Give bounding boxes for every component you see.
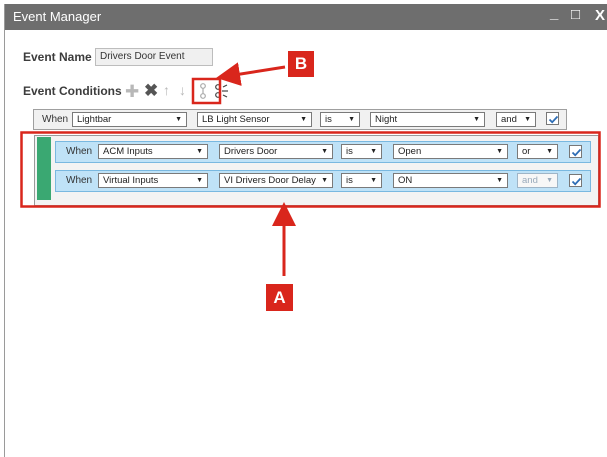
value-value: Night (375, 114, 398, 125)
input-dropdown[interactable]: VI Drivers Door Delay ▼ (219, 173, 333, 188)
chevron-down-icon: ▼ (524, 116, 531, 123)
operator-value: is (325, 114, 332, 125)
source-dropdown[interactable]: ACM Inputs ▼ (98, 144, 208, 159)
value-dropdown[interactable]: ON ▼ (393, 173, 508, 188)
when-label: When (42, 114, 69, 125)
conjunction-dropdown[interactable]: and ▼ (496, 112, 536, 127)
chevron-down-icon: ▼ (175, 116, 182, 123)
annotation-label-b: B (288, 51, 314, 77)
conjunction-value: and (501, 114, 517, 125)
operator-dropdown[interactable]: is ▼ (320, 112, 360, 127)
title-bar: Event Manager _ □ X (5, 4, 607, 30)
window-title: Event Manager (13, 9, 102, 24)
value-value: ON (398, 175, 413, 186)
chevron-down-icon: ▼ (370, 148, 377, 155)
input-value: VI Drivers Door Delay (224, 175, 316, 186)
close-button[interactable]: X (595, 7, 605, 24)
conjunction-dropdown[interactable]: and ▼ (517, 173, 558, 188)
move-up-icon[interactable]: ↑ (163, 82, 170, 98)
chevron-down-icon: ▼ (300, 116, 307, 123)
annotation-label-a: A (266, 284, 293, 311)
ungroup-icon[interactable] (213, 83, 229, 102)
enabled-checkbox[interactable] (569, 174, 582, 187)
chevron-down-icon: ▼ (196, 177, 203, 184)
add-icon[interactable]: ✚ (125, 82, 139, 102)
event-name-field[interactable]: Drivers Door Event (95, 48, 213, 66)
conjunction-value: or (522, 146, 531, 157)
minimize-button[interactable]: _ (550, 5, 558, 22)
chevron-down-icon: ▼ (321, 177, 328, 184)
source-dropdown[interactable]: Lightbar ▼ (72, 112, 187, 127)
input-dropdown[interactable]: Drivers Door ▼ (219, 144, 333, 159)
delete-icon[interactable]: ✖ (144, 81, 158, 101)
event-conditions-label: Event Conditions (23, 84, 122, 98)
condition-row: When Virtual Inputs ▼ VI Drivers Door Del… (55, 170, 591, 192)
chevron-down-icon: ▼ (348, 116, 355, 123)
source-value: Lightbar (77, 114, 112, 125)
operator-value: is (346, 175, 353, 186)
input-value: Drivers Door (224, 146, 278, 157)
chevron-down-icon: ▼ (321, 148, 328, 155)
operator-dropdown[interactable]: is ▼ (341, 144, 382, 159)
conjunction-dropdown[interactable]: or ▼ (517, 144, 558, 159)
enabled-checkbox[interactable] (546, 112, 559, 125)
when-label: When (66, 146, 93, 157)
input-value: LB Light Sensor (202, 114, 270, 125)
value-dropdown[interactable]: Night ▼ (370, 112, 485, 127)
group-icon[interactable] (198, 83, 208, 102)
chevron-down-icon: ▼ (496, 177, 503, 184)
chevron-down-icon: ▼ (473, 116, 480, 123)
value-dropdown[interactable]: Open ▼ (393, 144, 508, 159)
source-value: ACM Inputs (103, 146, 153, 157)
when-label: When (66, 175, 93, 186)
condition-row: When Lightbar ▼ LB Light Sensor ▼ is ▼ Nigh… (33, 109, 567, 130)
chevron-down-icon: ▼ (370, 177, 377, 184)
move-down-icon[interactable]: ↓ (179, 82, 186, 98)
chevron-down-icon: ▼ (196, 148, 203, 155)
source-dropdown[interactable]: Virtual Inputs ▼ (98, 173, 208, 188)
chevron-down-icon: ▼ (546, 148, 553, 155)
operator-value: is (346, 146, 353, 157)
event-name-label: Event Name (23, 50, 92, 64)
conjunction-value: and (522, 175, 538, 186)
maximize-button[interactable]: □ (571, 6, 580, 23)
chevron-down-icon: ▼ (546, 177, 553, 184)
enabled-checkbox[interactable] (569, 145, 582, 158)
condition-row: When ACM Inputs ▼ Drivers Door ▼ is ▼ Open ▼… (55, 141, 591, 163)
chevron-down-icon: ▼ (496, 148, 503, 155)
group-indicator[interactable] (37, 137, 51, 200)
operator-dropdown[interactable]: is ▼ (341, 173, 382, 188)
input-dropdown[interactable]: LB Light Sensor ▼ (197, 112, 312, 127)
value-value: Open (398, 146, 422, 157)
source-value: Virtual Inputs (103, 175, 159, 186)
